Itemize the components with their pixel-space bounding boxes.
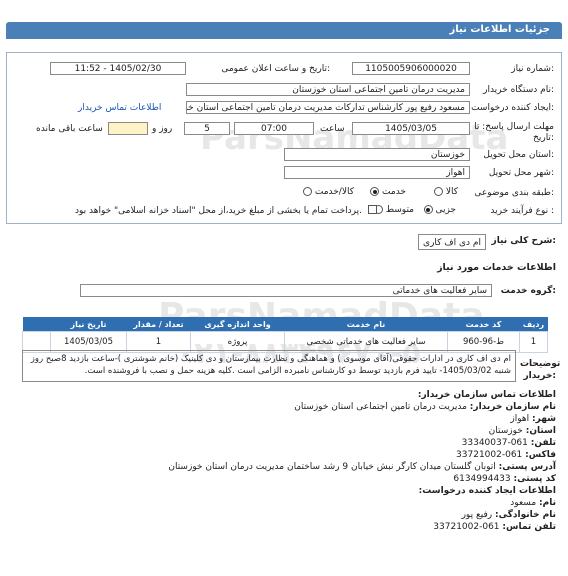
contact-postal-label: کد پستی:	[513, 474, 556, 484]
contact-fax-label: فاکس:	[525, 450, 556, 460]
hour-label: ساعت	[320, 124, 345, 134]
radio-minor[interactable]	[423, 205, 433, 214]
buyer-contact-link[interactable]: اطلاعات تماس خریدار	[78, 103, 161, 113]
deadline-date-field[interactable]: 1405/03/05	[352, 122, 470, 135]
col-date: تاریخ نیاز	[50, 317, 127, 332]
contact-city-value: اهواز	[510, 414, 530, 424]
contact-org-label: نام سازمان خریدار:	[469, 402, 556, 412]
days-field[interactable]: 5	[184, 122, 230, 135]
contact-org-value: مدیریت درمان تامین اجتماعی استان خوزستان	[294, 402, 467, 412]
radio-service[interactable]	[370, 187, 380, 196]
process-option-medium[interactable]: متوسط	[373, 205, 414, 215]
summary-label: شرح کلی نیاز:	[491, 236, 556, 246]
radio-goods-service[interactable]	[302, 187, 312, 196]
summary-field[interactable]: ام دی اف کاری	[418, 234, 486, 250]
need-number-field[interactable]: 1105005906000020	[352, 62, 470, 75]
page-header: جزئیات اطلاعات نیاز	[0, 0, 568, 40]
process-medium-label: متوسط	[385, 205, 414, 215]
creator-phone-value: 061-33721002	[433, 522, 500, 532]
buyer-org-field[interactable]: مدیریت درمان تامین اجتماعی استان خوزستان	[186, 83, 470, 96]
service-group-field[interactable]: سایر فعالیت های خدماتی	[80, 284, 492, 297]
services-title: اطلاعات خدمات مورد نیاز	[437, 262, 556, 273]
payment-checkbox[interactable]	[368, 205, 377, 214]
contact-province: استان: خوزستان	[489, 426, 556, 436]
category-goods-service-label: کالا/خدمت	[314, 187, 354, 197]
contact-fax: فاکس: 061-33721002	[456, 450, 556, 460]
contact-postal: کد پستی: 6134994433	[453, 474, 556, 484]
service-group-label: گروه خدمت:	[500, 286, 556, 296]
col-row	[22, 317, 51, 332]
province-field[interactable]: خوزستان	[284, 148, 470, 161]
col-name: نام خدمت	[284, 317, 448, 332]
creator-first-name: نام: مسعود	[510, 498, 556, 508]
creator-label: ایجاد کننده درخواست:	[471, 103, 554, 113]
col-code: کد خدمت	[447, 317, 520, 332]
contact-city-label: شهر:	[532, 414, 556, 424]
days-label: روز و	[152, 124, 173, 134]
contact-phone-value: 061-33340037	[461, 438, 528, 448]
announce-field[interactable]: 1405/02/30 - 11:52	[50, 62, 186, 75]
contact-title: اطلاعات تماس سازمان خریدار:	[417, 390, 556, 400]
creator-phone: تلفن تماس: 061-33721002	[433, 522, 556, 532]
remaining-hours-field	[108, 122, 148, 135]
creator-last-name-value: رفیع پور	[461, 510, 493, 520]
payment-note: پرداخت تمام یا بخشی از مبلغ خرید،از محل …	[74, 206, 362, 216]
category-option-goods[interactable]: کالا	[433, 187, 458, 197]
creator-last-name-label: نام خانوادگی:	[494, 510, 556, 520]
creator-title: اطلاعات ایجاد کننده درخواست:	[418, 486, 556, 496]
contact-phone-label: تلفن:	[530, 438, 556, 448]
contact-province-value: خوزستان	[488, 426, 523, 436]
radio-goods[interactable]	[433, 187, 443, 196]
category-goods-label: کالا	[445, 187, 458, 197]
col-qty: تعداد / مقدار	[126, 317, 191, 332]
deadline-label: مهلت ارسال پاسخ: تا تاریخ:	[474, 122, 554, 143]
cell-row: 1	[519, 331, 548, 353]
process-option-minor[interactable]: جزیی	[423, 205, 456, 215]
contact-postal-value: 6134994433	[453, 474, 511, 484]
creator-phone-label: تلفن تماس:	[502, 522, 556, 532]
deadline-time-field[interactable]: 07:00	[234, 122, 314, 135]
category-option-goods-service[interactable]: کالا/خدمت	[302, 187, 354, 197]
contact-address: آدرس پستی: اتوبان گلستان میدان کارگر نبش…	[168, 462, 556, 472]
page-title: جزئیات اطلاعات نیاز	[449, 24, 550, 35]
services-table: تاریخ نیاز تعداد / مقدار واحد اندازه گیر…	[22, 317, 548, 353]
contact-org: نام سازمان خریدار: مدیریت درمان تامین اج…	[294, 402, 556, 412]
remaining-label: ساعت باقی مانده	[36, 124, 103, 134]
col-index: ردیف	[519, 317, 548, 332]
city-field[interactable]: اهواز	[284, 166, 470, 179]
contact-phone: تلفن: 061-33340037	[462, 438, 556, 448]
buyer-org-label: نام دستگاه خریدار:	[483, 85, 554, 95]
province-label: استان محل تحویل:	[483, 150, 554, 160]
city-label: شهر محل تحویل:	[488, 168, 554, 178]
announce-label: تاریخ و ساعت اعلان عمومی:	[221, 64, 330, 74]
creator-last-name: نام خانوادگی: رفیع پور	[462, 510, 556, 520]
buyer-notes-field[interactable]: ام دی اف کاری در ادارات حقوقی(آقای موسوی…	[22, 350, 516, 382]
contact-city: شهر: اهواز	[510, 414, 556, 424]
contact-fax-value: 061-33721002	[456, 450, 523, 460]
services-table-header: تاریخ نیاز تعداد / مقدار واحد اندازه گیر…	[22, 317, 548, 332]
contact-province-label: استان:	[525, 426, 556, 436]
process-minor-label: جزیی	[435, 205, 456, 215]
need-number-label: شماره نیاز:	[511, 64, 554, 74]
contact-address-label: آدرس پستی:	[498, 462, 556, 472]
col-unit: واحد اندازه گیری	[190, 317, 285, 332]
header-bar: جزئیات اطلاعات نیاز	[6, 22, 562, 39]
creator-first-name-label: نام:	[539, 498, 556, 508]
creator-first-name-value: مسعود	[510, 498, 537, 508]
contact-address-value: اتوبان گلستان میدان کارگر نبش خیابان 9 ر…	[168, 462, 496, 472]
category-option-service[interactable]: خدمت	[370, 187, 406, 197]
process-label: نوع فرآیند خرید :	[490, 206, 554, 216]
category-service-label: خدمت	[382, 187, 406, 197]
creator-field[interactable]: مسعود رفیع پور کارشناس تدارکات مدیریت در…	[186, 101, 470, 114]
category-label: طبقه بندی موضوعی:	[474, 188, 554, 198]
buyer-notes-label: توضیحات خریدار:	[520, 359, 561, 381]
